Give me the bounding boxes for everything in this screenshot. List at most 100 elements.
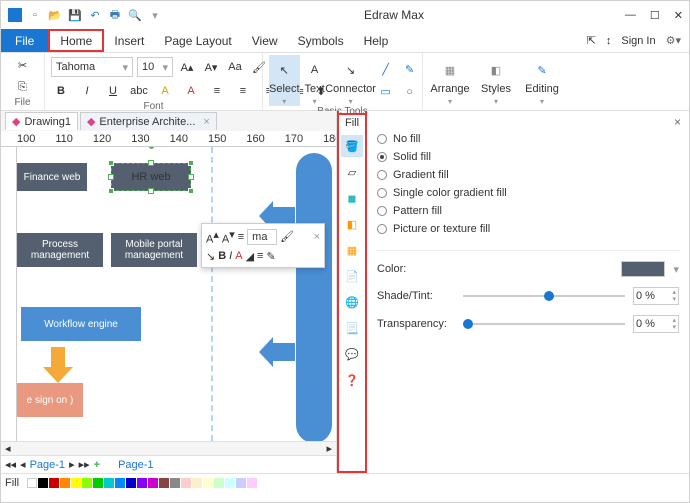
- shape-hr-web[interactable]: HR web: [111, 163, 191, 191]
- mini-font-color-icon[interactable]: A: [235, 250, 242, 262]
- save-icon[interactable]: 💾: [67, 7, 83, 23]
- radio-gradient-fill[interactable]: [377, 170, 387, 180]
- align-left-icon[interactable]: ≡: [207, 81, 227, 101]
- page-next-icon[interactable]: ▸: [69, 458, 75, 471]
- mini-toolbar[interactable]: A▴ A▾ ≡ ma 🖌 × ↘ B I A ◢ ≡ ✎: [201, 223, 325, 268]
- transparency-slider[interactable]: [463, 323, 625, 325]
- mini-fill-icon[interactable]: ◢: [246, 250, 254, 263]
- close-button[interactable]: ✕: [674, 9, 683, 22]
- page-prev-icon[interactable]: ◂: [20, 458, 26, 471]
- horizontal-scrollbar[interactable]: ◂▸: [1, 441, 336, 455]
- menu-symbols[interactable]: Symbols: [288, 29, 354, 52]
- line-style-icon[interactable]: ▱: [341, 161, 363, 183]
- grow-font-icon[interactable]: A▴: [177, 57, 197, 77]
- mini-connector-icon[interactable]: ↘: [206, 250, 215, 263]
- orange-arrow-shape[interactable]: [43, 347, 73, 377]
- page-first-icon[interactable]: ◂◂: [5, 458, 16, 471]
- mini-italic-button[interactable]: I: [229, 250, 232, 262]
- fill-bucket-icon[interactable]: 🪣: [341, 135, 363, 157]
- maximize-button[interactable]: ☐: [650, 9, 660, 22]
- mini-grow-font-icon[interactable]: A▴: [206, 228, 219, 246]
- radio-solid-fill[interactable]: [377, 152, 387, 162]
- settings-icon[interactable]: ⚙▾: [666, 34, 681, 47]
- mini-align-icon[interactable]: ≡: [238, 231, 244, 243]
- shape-signon[interactable]: e sign on ): [17, 383, 83, 417]
- menu-help[interactable]: Help: [354, 29, 399, 52]
- mini-close-icon[interactable]: ×: [314, 231, 320, 243]
- preview-icon[interactable]: 🔍: [127, 7, 143, 23]
- circle-tool-icon[interactable]: ○: [400, 82, 420, 102]
- menu-home[interactable]: Home: [48, 29, 104, 52]
- menu-file[interactable]: File: [1, 29, 48, 52]
- select-tool[interactable]: ↖Select▾: [269, 55, 300, 106]
- cloud-icon[interactable]: ↕: [606, 35, 612, 47]
- qat-more-icon[interactable]: ▾: [147, 7, 163, 23]
- copy-icon[interactable]: ⎘: [13, 77, 33, 97]
- shrink-font-icon[interactable]: A▾: [201, 57, 221, 77]
- panel-close-icon[interactable]: ×: [674, 115, 681, 129]
- comment-icon[interactable]: 💬: [341, 343, 363, 365]
- help-icon[interactable]: ❓: [341, 369, 363, 391]
- radio-single-gradient[interactable]: [377, 188, 387, 198]
- case-icon[interactable]: Aa: [225, 57, 245, 77]
- mini-shrink-font-icon[interactable]: A▾: [222, 228, 235, 246]
- mini-font-dropdown[interactable]: ma: [247, 229, 277, 245]
- app-icon[interactable]: [7, 7, 23, 23]
- cut-icon[interactable]: ✂: [13, 55, 33, 75]
- menu-insert[interactable]: Insert: [104, 29, 154, 52]
- transparency-spinbox[interactable]: 0 %▴▾: [633, 315, 679, 333]
- highlight-button[interactable]: A: [155, 81, 175, 101]
- radio-no-fill[interactable]: [377, 134, 387, 144]
- sign-in-link[interactable]: Sign In: [621, 35, 655, 47]
- font-color-button[interactable]: A: [181, 81, 201, 101]
- mini-format-painter-icon[interactable]: 🖌: [280, 230, 294, 243]
- shape-process-mgmt[interactable]: Process management: [17, 233, 103, 267]
- tab-enterprise-architecture[interactable]: ◆Enterprise Archite...×: [80, 112, 217, 130]
- tab-drawing1[interactable]: ◆Drawing1: [5, 112, 78, 130]
- italic-button[interactable]: I: [77, 81, 97, 101]
- canvas[interactable]: Finance web HR web Process management Mo…: [1, 147, 336, 441]
- text-tool[interactable]: AText▾: [304, 55, 326, 106]
- share-icon[interactable]: ⇱: [587, 34, 596, 47]
- color-swatch-bar[interactable]: [27, 478, 257, 488]
- mini-bold-button[interactable]: B: [218, 250, 226, 262]
- styles-button[interactable]: ◧Styles▾: [475, 55, 517, 106]
- page-tab-1b[interactable]: Page-1: [118, 459, 153, 471]
- new-icon[interactable]: ▫: [27, 7, 43, 23]
- editing-button[interactable]: ✎Editing▾: [521, 55, 563, 106]
- bold-button[interactable]: B: [51, 81, 71, 101]
- menu-page-layout[interactable]: Page Layout: [154, 29, 241, 52]
- print-icon[interactable]: 🖶: [107, 7, 123, 23]
- shade-slider[interactable]: [463, 295, 625, 297]
- mini-line-icon[interactable]: ≡: [257, 250, 263, 262]
- rect-tool-icon[interactable]: ▭: [376, 82, 396, 102]
- page-icon[interactable]: 📃: [341, 317, 363, 339]
- radio-picture-fill[interactable]: [377, 224, 387, 234]
- page-tab-1[interactable]: Page-1: [30, 459, 65, 471]
- globe-icon[interactable]: 🌐: [341, 291, 363, 313]
- theme-icon[interactable]: ◧: [341, 213, 363, 235]
- minimize-button[interactable]: —: [625, 9, 636, 21]
- blue-bar-shape[interactable]: [296, 153, 332, 441]
- blue-arrow-2[interactable]: [259, 337, 289, 367]
- open-icon[interactable]: 📂: [47, 7, 63, 23]
- font-name-dropdown[interactable]: Tahoma▾: [51, 57, 133, 77]
- line-tool-icon[interactable]: ╱: [376, 60, 396, 80]
- arrange-button[interactable]: ▦Arrange▾: [429, 55, 471, 106]
- shape-workflow-engine[interactable]: Workflow engine: [21, 307, 141, 341]
- connector-tool[interactable]: ↘Connector▾: [330, 55, 372, 106]
- align-center-icon[interactable]: ≡: [233, 81, 253, 101]
- page-add-icon[interactable]: +: [94, 459, 100, 471]
- document-icon[interactable]: 📄: [341, 265, 363, 287]
- mini-pencil-icon[interactable]: ✎: [266, 250, 275, 263]
- shape-finance-web[interactable]: Finance web: [17, 163, 87, 191]
- page-last-icon[interactable]: ▸▸: [79, 458, 90, 471]
- image-icon[interactable]: ▦: [341, 239, 363, 261]
- menu-view[interactable]: View: [242, 29, 288, 52]
- strike-button[interactable]: abc: [129, 81, 149, 101]
- pencil-tool-icon[interactable]: ✎: [400, 60, 420, 80]
- font-size-dropdown[interactable]: 10▾: [137, 57, 173, 77]
- radio-pattern-fill[interactable]: [377, 206, 387, 216]
- shadow-icon[interactable]: ◼: [341, 187, 363, 209]
- shade-spinbox[interactable]: 0 %▴▾: [633, 287, 679, 305]
